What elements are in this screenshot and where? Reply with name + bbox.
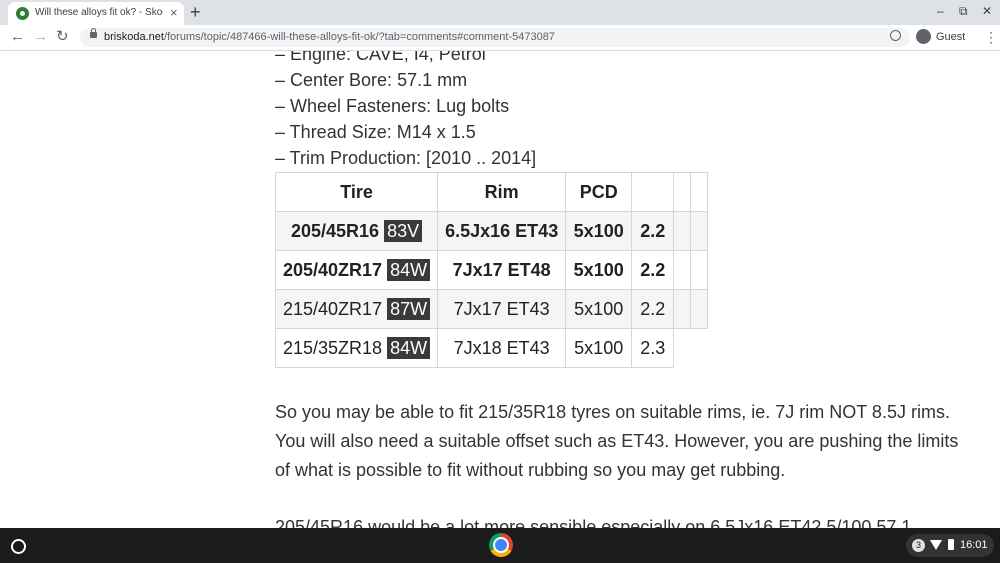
clock-time: 16:01	[960, 539, 988, 551]
forward-button[interactable]: →	[33, 28, 48, 46]
back-button[interactable]: ←	[10, 28, 25, 46]
spec-thread-size: – Thread Size: M14 x 1.5	[275, 122, 476, 142]
comment-paragraph-2: 205/45R16 would be a lot more sensible e…	[275, 517, 912, 528]
tire-size-table: Tire Rim PCD 205/45R16 83V 6.5Jx16 ET43 …	[274, 172, 709, 368]
header-blank	[690, 172, 709, 212]
empty-cell	[673, 250, 692, 290]
avatar-icon	[916, 29, 931, 44]
empty-cell	[690, 289, 709, 329]
zoom-icon[interactable]	[890, 30, 901, 41]
rim-cell: 7Jx17 ET43	[437, 289, 567, 329]
extra-cell: 2.2	[631, 289, 675, 329]
wifi-icon	[930, 540, 942, 550]
table-row: 205/40ZR17 84W 7Jx17 ET48 5x100 2.2	[274, 250, 709, 290]
browser-toolbar: ← → ↻ briskoda.net/forums/topic/487466-w…	[0, 25, 1000, 51]
system-shelf: 3 16:01	[0, 528, 1000, 563]
tab-strip: Will these alloys fit ok? - Skoda F × + …	[0, 0, 1000, 25]
profile-button[interactable]: Guest	[912, 27, 970, 47]
tire-size: 215/35ZR18	[283, 337, 383, 358]
new-tab-button[interactable]: +	[190, 1, 201, 23]
extra-cell: 2.3	[631, 328, 675, 368]
profile-label: Guest	[936, 31, 966, 43]
spec-center-bore: – Center Bore: 57.1 mm	[275, 70, 468, 90]
battery-icon	[948, 539, 954, 550]
tire-size: 205/40ZR17	[283, 259, 383, 280]
spec-wheel-fasteners: – Wheel Fasteners: Lug bolts	[275, 96, 510, 116]
spec-trim-production: – Trim Production: [2010 .. 2014]	[275, 148, 537, 168]
rim-cell: 7Jx18 ET43	[437, 328, 567, 368]
rim-cell: 7Jx17 ET48	[437, 250, 567, 290]
header-pcd: PCD	[565, 172, 633, 212]
browser-tab[interactable]: Will these alloys fit ok? - Skoda F ×	[8, 2, 184, 25]
extra-cell: 2.2	[631, 250, 675, 290]
site-favicon-icon	[16, 7, 29, 20]
empty-cell	[690, 250, 709, 290]
empty-cell	[691, 329, 708, 368]
url-host: briskoda.net	[104, 31, 164, 43]
tire-size: 205/45R16	[290, 220, 380, 241]
minimize-button[interactable]: –	[937, 4, 944, 18]
notification-count-badge: 3	[912, 539, 925, 552]
table-row: 215/40ZR17 87W 7Jx17 ET43 5x100 2.2	[274, 289, 709, 329]
header-tire: Tire	[274, 172, 439, 212]
empty-cell	[673, 289, 692, 329]
url-path: /forums/topic/487466-will-these-alloys-f…	[163, 31, 555, 43]
pcd-cell: 5x100	[565, 211, 633, 251]
table-row: 205/45R16 83V 6.5Jx16 ET43 5x100 2.2	[274, 211, 709, 251]
status-tray[interactable]: 3 16:01	[906, 534, 994, 557]
comment-paragraph: So you may be able to fit 215/35R18 tyre…	[275, 402, 959, 480]
launcher-icon[interactable]	[11, 539, 26, 554]
extra-cell: 2.2	[631, 211, 675, 251]
tire-cell: 215/40ZR17 87W	[274, 289, 439, 329]
tab-title: Will these alloys fit ok? - Skoda F	[35, 7, 163, 18]
page-viewport: – Engine: CAVE, I4, Petrol – Center Bore…	[0, 51, 1000, 528]
empty-cell	[674, 329, 691, 368]
address-bar[interactable]: briskoda.net/forums/topic/487466-will-th…	[80, 28, 910, 47]
menu-icon[interactable]: ⋮	[984, 30, 998, 44]
url-text[interactable]: briskoda.net/forums/topic/487466-will-th…	[104, 31, 555, 43]
spec-engine: – Engine: CAVE, I4, Petrol	[275, 51, 486, 64]
reload-button[interactable]: ↻	[56, 28, 69, 46]
header-blank	[673, 172, 692, 212]
tire-cell: 215/35ZR18 84W	[274, 328, 439, 368]
pcd-cell: 5x100	[565, 328, 633, 368]
load-index-badge: 84W	[387, 336, 431, 359]
rim-cell: 6.5Jx16 ET43	[437, 211, 567, 251]
table-row: 215/35ZR18 84W 7Jx18 ET43 5x100 2.3	[274, 328, 708, 368]
load-index-badge: 83V	[384, 219, 423, 242]
chrome-app-icon[interactable]	[489, 533, 513, 557]
restore-button[interactable]: ⧉	[959, 4, 968, 18]
table-header-row: Tire Rim PCD	[274, 172, 709, 212]
empty-cell	[673, 211, 692, 251]
load-index-badge: 87W	[387, 297, 431, 320]
lock-icon[interactable]	[90, 28, 97, 38]
load-index-badge: 84W	[387, 258, 431, 281]
tire-cell: 205/40ZR17 84W	[274, 250, 439, 290]
tab-close-icon[interactable]: ×	[170, 5, 178, 21]
header-rim: Rim	[437, 172, 567, 212]
pcd-cell: 5x100	[565, 289, 633, 329]
tire-size: 215/40ZR17	[283, 298, 383, 319]
close-window-button[interactable]: ✕	[982, 4, 992, 18]
pcd-cell: 5x100	[565, 250, 633, 290]
tire-cell: 205/45R16 83V	[274, 211, 439, 251]
empty-cell	[690, 211, 709, 251]
header-blank	[631, 172, 675, 212]
spec-list: – Engine: CAVE, I4, Petrol – Center Bore…	[275, 51, 536, 171]
